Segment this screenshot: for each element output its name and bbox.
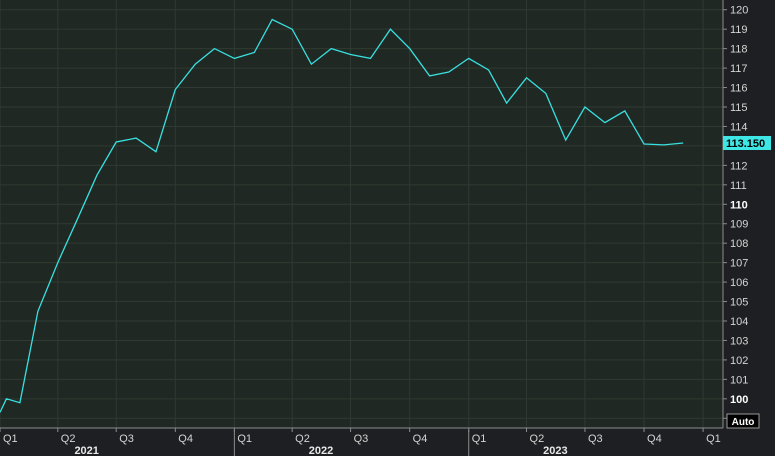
y-tick-label: 119 (730, 24, 748, 36)
y-tick-label: 104 (730, 316, 748, 328)
y-tick-label: 110 (730, 199, 748, 211)
x-quarter-label: Q2 (61, 433, 76, 445)
y-tick-label: 102 (730, 355, 748, 367)
y-tick-label: 111 (730, 180, 747, 192)
line-chart: 9910010110210310410510610710810911011111… (0, 0, 771, 456)
y-tick-label: 116 (730, 83, 748, 95)
x-quarter-label: Q4 (178, 433, 193, 445)
auto-scale-label: Auto (732, 417, 755, 428)
x-quarter-label: Q2 (530, 433, 545, 445)
y-tick-label: 105 (730, 297, 748, 309)
y-tick-label: 101 (730, 374, 748, 386)
x-quarter-label: Q2 (295, 433, 310, 445)
y-tick-label: 120 (730, 5, 748, 17)
y-tick-label: 108 (730, 238, 748, 250)
x-axis: Q1 Q2 Q3 Q4 Q1 Q2 Q3 Q4 Q1 Q2 Q3 Q4 Q1 2021 2022 2023 (0, 427, 723, 456)
x-year-label: 2023 (543, 445, 567, 456)
y-tick-label: 115 (730, 102, 748, 114)
x-quarter-label: Q3 (119, 433, 134, 445)
x-quarter-label: Q1 (472, 433, 487, 445)
x-quarter-label: Q3 (354, 433, 369, 445)
x-quarter-label: Q3 (588, 433, 603, 445)
x-year-label: 2021 (74, 445, 98, 456)
x-quarter-label: Q1 (3, 433, 18, 445)
x-quarter-label: Q1 (237, 433, 252, 445)
y-axis: 9910010110210310410510610710810911011111… (722, 0, 748, 428)
x-year-label: 2022 (309, 445, 333, 456)
y-tick-label: 114 (730, 121, 748, 133)
y-tick-label: 100 (730, 394, 748, 406)
y-tick-label: 112 (730, 160, 748, 172)
chart-root: 9910010110210310410510610710810911011111… (0, 0, 775, 456)
last-value-label: 113.150 (726, 138, 765, 150)
last-value-marker: 113.150 (723, 135, 771, 150)
y-tick-label: 107 (730, 258, 748, 270)
plot-area (0, 0, 723, 428)
y-tick-label: 109 (730, 219, 748, 231)
y-tick-label: 117 (730, 63, 748, 75)
x-quarter-label: Q4 (413, 433, 428, 445)
y-tick-label: 118 (730, 44, 748, 56)
x-quarter-label: Q4 (647, 433, 662, 445)
x-quarter-label: Q1 (706, 433, 721, 445)
y-tick-label: 103 (730, 335, 748, 347)
auto-scale-button[interactable]: Auto (726, 413, 760, 429)
y-tick-label: 106 (730, 277, 748, 289)
